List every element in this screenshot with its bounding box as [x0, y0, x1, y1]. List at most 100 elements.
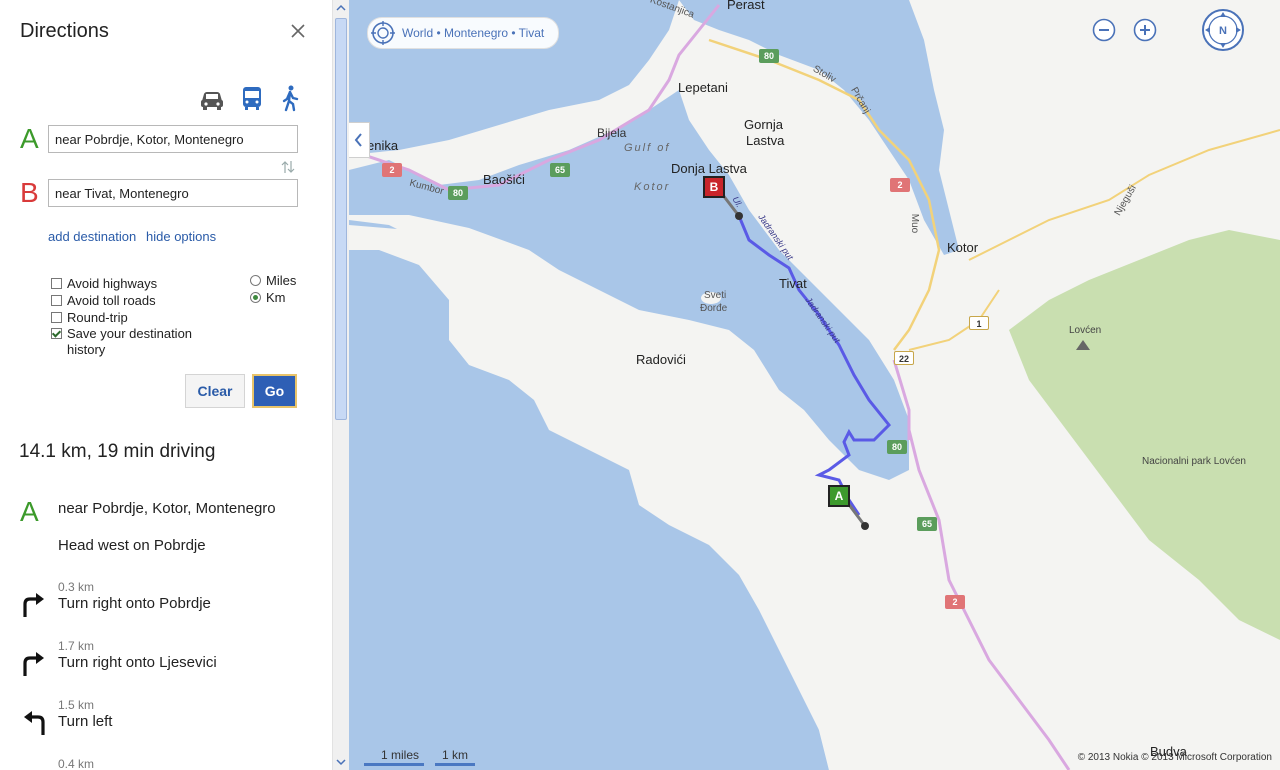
route-step[interactable]: 1.7 km Turn right onto Ljesevici [0, 639, 330, 689]
label-sveti-line2: Đorđe [700, 303, 728, 314]
label-muo: Muo [909, 213, 921, 234]
start-letter: A [20, 496, 39, 527]
add-destination-link[interactable]: add destination [48, 229, 136, 244]
turn-right-icon [23, 652, 44, 676]
start-name: near Pobrdje, Kotor, Montenegro [58, 500, 276, 517]
save-history-checkbox[interactable] [51, 328, 62, 339]
label-gornja-line1: Gornja [744, 117, 784, 132]
save-history-option[interactable]: Save your destination history [51, 326, 192, 358]
turn-left-icon [24, 711, 45, 735]
shield-2: 2 [945, 595, 965, 609]
chevron-left-icon [354, 133, 362, 147]
zoom-out-icon[interactable] [1092, 18, 1116, 42]
shield-65: 65 [550, 163, 570, 177]
waypoint-b-input[interactable] [48, 179, 298, 207]
units-miles-option[interactable]: Miles [250, 273, 296, 288]
units-km-option[interactable]: Km [250, 290, 286, 305]
avoid-toll-roads-label: Avoid toll roads [67, 293, 156, 308]
marker-a[interactable]: A [828, 485, 850, 507]
label-park: Nacionalni park Lovćen [1142, 456, 1246, 467]
panel-title: Directions [20, 20, 109, 42]
route-step[interactable]: 1.5 km Turn left [0, 698, 330, 748]
step-distance: 1.5 km [58, 698, 95, 712]
compass-icon[interactable]: N [1201, 8, 1245, 52]
label-sveti-line1: Sveti [704, 290, 727, 301]
step-distance: 0.3 km [58, 580, 95, 594]
label-kotor-bay: Kotor [634, 181, 671, 193]
km-label: Km [266, 290, 286, 305]
avoid-toll-roads-option[interactable]: Avoid toll roads [51, 293, 156, 308]
label-perast: Perast [727, 0, 765, 12]
shield-2: 2 [382, 163, 402, 177]
scroll-up-icon[interactable] [333, 0, 349, 16]
location-breadcrumb[interactable]: World • Montenegro • Tivat [367, 17, 560, 49]
waypoint-a-letter: A [20, 123, 39, 154]
map-base [349, 0, 1280, 770]
scroll-down-icon[interactable] [333, 754, 349, 770]
label-bijela: Bijela [597, 126, 627, 140]
label-lovcen: Lovćen [1069, 325, 1102, 336]
shield-22: 22 [894, 351, 914, 365]
locate-icon[interactable] [370, 20, 396, 46]
label-kotor: Kotor [947, 240, 979, 255]
route-summary: 14.1 km, 19 min driving [19, 441, 216, 462]
shield-1: 1 [969, 316, 989, 330]
label-gulf-of: Gulf of [624, 142, 671, 154]
turn-right-icon [23, 593, 44, 617]
round-trip-option[interactable]: Round-trip [51, 310, 128, 325]
close-icon[interactable] [289, 22, 307, 40]
save-history-label-line1: Save your destination [67, 326, 193, 341]
first-instruction[interactable]: Head west on Pobrdje [58, 537, 206, 554]
label-tivat: Tivat [779, 276, 807, 291]
avoid-highways-option[interactable]: Avoid highways [51, 276, 157, 291]
bus-icon[interactable] [238, 84, 266, 112]
car-icon[interactable] [198, 84, 226, 112]
scale-miles-label: 1 miles [381, 748, 420, 762]
miles-radio[interactable] [250, 275, 261, 286]
walk-icon[interactable] [276, 84, 304, 112]
panel-scrollbar[interactable] [332, 0, 349, 770]
miles-label: Miles [266, 273, 297, 288]
label-baosici: Baošići [483, 172, 525, 187]
step-instruction: Turn right onto Pobrdje [58, 595, 211, 612]
label-radovici: Radovići [636, 352, 686, 367]
step-instruction: Turn right onto Ljesevici [58, 654, 217, 671]
save-history-label-line2: history [67, 342, 106, 357]
scale-miles-bar [364, 763, 424, 766]
avoid-toll-roads-checkbox[interactable] [51, 295, 62, 306]
shield-2: 2 [890, 178, 910, 192]
round-trip-checkbox[interactable] [51, 312, 62, 323]
shield-80: 80 [448, 186, 468, 200]
shield-80: 80 [759, 49, 779, 63]
step-instruction: Turn left [58, 713, 113, 730]
avoid-highways-checkbox[interactable] [51, 278, 62, 289]
shield-80: 80 [887, 440, 907, 454]
compass-letter: N [1219, 25, 1227, 37]
route-start-dot [861, 522, 869, 530]
label-gornja-line2: Lastva [746, 133, 785, 148]
route-step[interactable]: 0.3 km Turn right onto Pobrdje [0, 580, 330, 630]
round-trip-label: Round-trip [67, 310, 128, 325]
avoid-highways-label: Avoid highways [67, 276, 158, 291]
waypoint-a-input[interactable] [48, 125, 298, 153]
collapse-panel-button[interactable] [349, 122, 370, 158]
scrollbar-thumb[interactable] [335, 18, 347, 420]
hide-options-link[interactable]: hide options [146, 229, 216, 244]
map-canvas[interactable]: B A Perast Kostanjica Lepetani Gornja La… [349, 0, 1280, 770]
save-history-label: Save your destination history [67, 326, 192, 358]
zoom-in-icon[interactable] [1133, 18, 1157, 42]
route-end-dot [735, 212, 743, 220]
shield-65: 65 [917, 517, 937, 531]
clear-button[interactable]: Clear [185, 374, 245, 408]
km-radio[interactable] [250, 292, 261, 303]
scale-km-bar [435, 763, 475, 766]
breadcrumb-text[interactable]: World • Montenegro • Tivat [402, 26, 544, 40]
scale-km-label: 1 km [442, 748, 469, 762]
label-donja-lastva: Donja Lastva [671, 161, 747, 176]
copyright-text: © 2013 Nokia © 2013 Microsoft Corporatio… [1077, 752, 1272, 763]
label-enika: enika [367, 138, 399, 153]
route-step[interactable]: 0.4 km [0, 757, 330, 770]
marker-b[interactable]: B [703, 176, 725, 198]
swap-icon[interactable] [280, 160, 296, 174]
go-button[interactable]: Go [252, 374, 297, 408]
